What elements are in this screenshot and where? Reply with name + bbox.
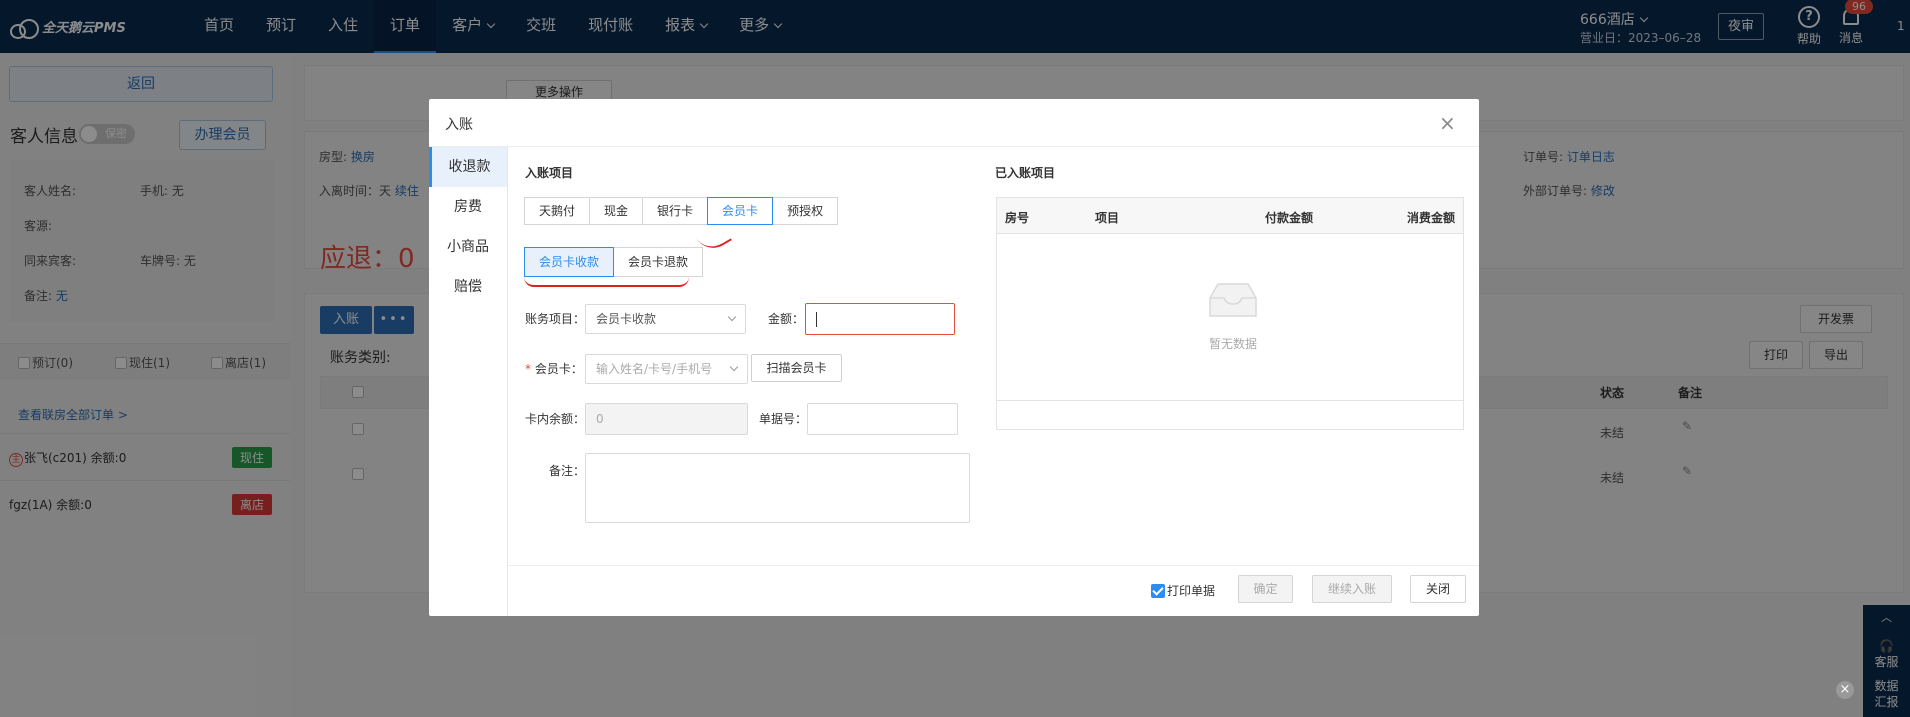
entry-tab-2[interactable]: 小商品 (429, 227, 507, 267)
entry-tab-1[interactable]: 房费 (429, 187, 507, 227)
account-item-value: 会员卡收款 (596, 312, 657, 326)
entry-tab-0[interactable]: 收退款 (429, 147, 507, 187)
dialog-header: 入账 × (429, 99, 1479, 147)
member-card-label: * 会员卡： (525, 360, 583, 377)
empty-text: 暂无数据 (1208, 337, 1257, 351)
amount-label: 金额： (768, 312, 805, 326)
amount-input[interactable] (805, 303, 955, 335)
close-circle-icon[interactable]: × (1836, 681, 1854, 699)
note-label: 备注： (549, 464, 586, 478)
member-card-placeholder: 输入姓名/卡号/手机号 (596, 362, 713, 376)
posted-items-table: 房号 项目 付款金额 消费金额 暂无数据 (996, 197, 1464, 430)
col-consumption-amount: 消费金额 (1407, 211, 1456, 225)
payment-tab-1[interactable]: 现金 (589, 197, 644, 225)
confirm-button[interactable]: 确定 (1238, 575, 1293, 603)
entry-type-tabs: 收退款 房费 小商品 赔偿 (429, 147, 508, 616)
entry-tab-3[interactable]: 赔偿 (429, 267, 507, 307)
member-card-search[interactable]: 输入姓名/卡号/手机号 (585, 354, 748, 384)
payment-tab-4[interactable]: 预授权 (772, 197, 839, 225)
account-item-select[interactable]: 会员卡收款 (585, 304, 746, 334)
payment-method-tabs: 天鹅付 现金 银行卡 会员卡 预授权 (524, 197, 839, 225)
post-entry-dialog: 入账 × 收退款 房费 小商品 赔偿 入账项目 已入账项目 天鹅付 现金 银行卡 会员卡 预授… (429, 99, 1479, 616)
account-item-label: 账务项目： (525, 312, 586, 326)
chevron-down-icon (729, 362, 739, 372)
posted-items-title: 已入账项目 (995, 166, 1056, 180)
required-asterisk: * (525, 362, 535, 376)
close-icon[interactable]: × (1439, 111, 1456, 135)
card-balance-field: 0 (585, 403, 748, 435)
member-subtab-0[interactable]: 会员卡收款 (524, 247, 615, 277)
voucher-number-input[interactable] (807, 403, 958, 435)
close-button[interactable]: 关闭 (1410, 575, 1466, 603)
annotation-underline (524, 277, 689, 287)
payment-tab-0[interactable]: 天鹅付 (524, 197, 591, 225)
empty-inbox-icon (1209, 283, 1257, 317)
voucher-number-label: 单据号： (759, 412, 808, 426)
entry-items-title: 入账项目 (525, 166, 574, 180)
dialog-title: 入账 (445, 117, 473, 133)
col-room-number: 房号 (1005, 211, 1030, 225)
chevron-down-icon (727, 312, 737, 322)
print-receipt-checkbox[interactable]: 打印单据 (1151, 582, 1215, 599)
payment-tab-3[interactable]: 会员卡 (707, 197, 774, 225)
note-textarea[interactable] (585, 453, 970, 523)
table-divider (997, 400, 1463, 401)
member-card-label-text: 会员卡： (534, 362, 583, 376)
continue-posting-button[interactable]: 继续入账 (1312, 575, 1392, 603)
member-card-subtabs: 会员卡收款 会员卡退款 (524, 247, 704, 277)
col-item: 项目 (1095, 211, 1120, 225)
scan-member-card-button[interactable]: 扫描会员卡 (751, 354, 842, 382)
payment-tab-2[interactable]: 银行卡 (642, 197, 709, 225)
posted-items-header: 房号 项目 付款金额 消费金额 (997, 198, 1463, 234)
print-receipt-label: 打印单据 (1167, 584, 1216, 598)
checkbox-checked-icon (1151, 583, 1165, 598)
col-payment-amount: 付款金额 (1265, 211, 1314, 225)
text-caret (816, 312, 817, 327)
card-balance-label: 卡内余额： (525, 412, 586, 426)
member-subtab-1[interactable]: 会员卡退款 (613, 247, 704, 277)
